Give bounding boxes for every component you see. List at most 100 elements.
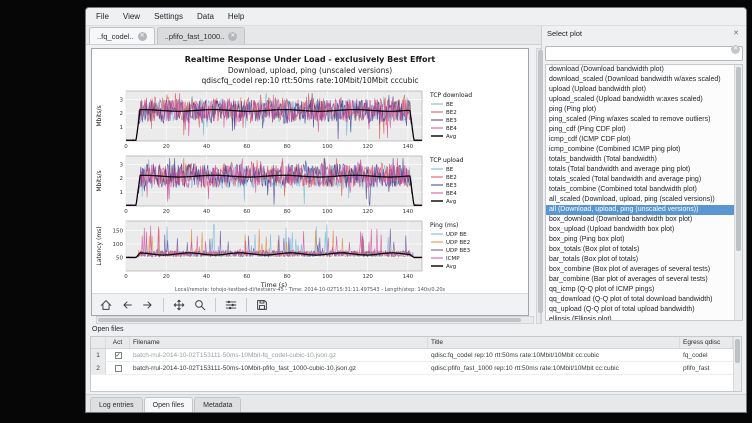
- home-icon[interactable]: [96, 297, 116, 313]
- plot-list-item[interactable]: totals_scaled (Total bandwidth and avera…: [546, 175, 742, 185]
- svg-text:UDP BE: UDP BE: [446, 232, 467, 238]
- open-files-section: Open files Act Filename Title Egress qdi…: [86, 324, 746, 394]
- plot-list-item[interactable]: totals (Total bandwidth and average ping…: [546, 165, 742, 175]
- svg-text:120: 120: [362, 144, 373, 150]
- svg-text:140: 140: [403, 144, 414, 150]
- plot-list-item[interactable]: box_download (Download bandwidth box plo…: [546, 215, 742, 225]
- forward-icon[interactable]: [138, 297, 158, 313]
- menu-item-view[interactable]: View: [116, 10, 147, 23]
- column-header-egress-qdisc[interactable]: Egress qdisc: [680, 337, 733, 348]
- pan-icon[interactable]: [169, 297, 189, 313]
- menu-item-file[interactable]: File: [89, 10, 116, 23]
- plot-list-item[interactable]: ping_cdf (Ping CDF plot): [546, 125, 742, 135]
- plot-figure: Realtime Response Under Load - exclusive…: [92, 49, 528, 293]
- svg-text:ICMP: ICMP: [446, 256, 460, 262]
- row-number: 1: [91, 349, 106, 361]
- plot-list-item[interactable]: qq_icmp (Q-Q plot of ICMP pings): [546, 285, 742, 295]
- tab-close-icon[interactable]: ✕: [228, 32, 237, 41]
- vertical-scrollbar[interactable]: [536, 48, 541, 324]
- flent-window: FileViewSettingsDataHelp ..fq_codel..✕..…: [85, 7, 747, 413]
- plot-list-item[interactable]: totals_combine (Combined total bandwidth…: [546, 185, 742, 195]
- row-number-header: [91, 337, 106, 348]
- svg-text:140: 140: [403, 209, 414, 215]
- svg-text:BE3: BE3: [446, 183, 457, 189]
- plot-list-item[interactable]: upload (Upload bandwidth plot): [546, 85, 742, 95]
- svg-text:BE4: BE4: [446, 126, 457, 132]
- svg-text:Realtime Response Under Load -: Realtime Response Under Load - exclusive…: [185, 55, 436, 64]
- bottom-tab-log-entries[interactable]: Log entries: [90, 397, 143, 412]
- svg-text:0: 0: [124, 209, 128, 215]
- svg-text:TCP download: TCP download: [429, 92, 472, 99]
- column-header-title[interactable]: Title: [428, 337, 680, 348]
- plot-list-item[interactable]: box_combine (Box plot of averages of sev…: [546, 265, 742, 275]
- svg-text:140: 140: [403, 274, 414, 280]
- svg-text:BE: BE: [446, 102, 454, 108]
- bottom-tab-open-files[interactable]: Open files: [144, 397, 194, 412]
- save-icon[interactable]: [252, 297, 272, 313]
- svg-text:Download, upload, ping (unscal: Download, upload, ping (unscaled version…: [228, 66, 392, 75]
- clear-filter-icon[interactable]: ✕: [731, 45, 740, 54]
- svg-text:qdiscfq_codel rep:10 rtt:50ms: qdiscfq_codel rep:10 rtt:50ms rate:10Mbi…: [201, 76, 418, 85]
- close-icon[interactable]: ✕: [731, 29, 741, 39]
- plot-list-item[interactable]: all (Download, upload, ping (unscaled ve…: [546, 205, 742, 215]
- svg-text:2: 2: [120, 176, 124, 182]
- plot-list-item[interactable]: qq_upload (Q-Q plot of total upload band…: [546, 305, 742, 315]
- row-number: 2: [91, 362, 106, 374]
- plot-list-item[interactable]: ping_scaled (Ping w/axes scaled to remov…: [546, 115, 742, 125]
- title-cell: qdisc:fq_codel rep:10 rtt:50ms rate:10Mb…: [428, 349, 680, 361]
- svg-text:40: 40: [203, 209, 210, 215]
- back-icon[interactable]: [117, 297, 137, 313]
- column-header-act[interactable]: Act: [106, 337, 130, 348]
- open-file-row[interactable]: 1✓batch-rrul-2014-10-02T153111-50ms-10Mb…: [91, 349, 741, 362]
- menu-item-help[interactable]: Help: [221, 10, 251, 23]
- plot-list-item[interactable]: qq_download (Q-Q plot of total download …: [546, 295, 742, 305]
- open-files-scrollbar[interactable]: [733, 337, 741, 391]
- document-tab[interactable]: ..pfifo_fast_1000..✕: [157, 27, 246, 44]
- menu-item-settings[interactable]: Settings: [147, 10, 190, 23]
- plot-list-scrollbar-thumb[interactable]: [736, 67, 741, 251]
- plot-list-scrollbar[interactable]: [734, 65, 742, 320]
- egress-qdisc-cell: pfifo_fast: [680, 362, 733, 374]
- plot-list-item[interactable]: totals_bandwidth (Total bandwidth): [546, 155, 742, 165]
- mpl-toolbar: [92, 293, 528, 315]
- svg-text:Mbits/s: Mbits/s: [96, 170, 103, 191]
- horizontal-scrollbar[interactable]: [96, 316, 534, 324]
- svg-text:BE3: BE3: [446, 118, 457, 124]
- tab-close-icon[interactable]: ✕: [138, 32, 147, 41]
- menu-item-data[interactable]: Data: [190, 10, 221, 23]
- svg-text:100: 100: [113, 242, 124, 248]
- plot-list-item[interactable]: box_upload (Upload bandwidth box plot): [546, 225, 742, 235]
- plot-filter-input[interactable]: [545, 46, 743, 61]
- horizontal-scrollbar-thumb[interactable]: [98, 318, 521, 322]
- bottom-tab-bar: Log entriesOpen filesMetadata: [86, 394, 746, 412]
- plot-list-item[interactable]: download_scaled (Download bandwidth w/ax…: [546, 75, 742, 85]
- column-header-filename[interactable]: Filename: [130, 337, 428, 348]
- active-checkbox-cell: [106, 362, 130, 374]
- plot-list-item[interactable]: download (Download bandwidth plot): [546, 65, 742, 75]
- plot-list-item[interactable]: all_scaled (Download, upload, ping (scal…: [546, 195, 742, 205]
- plot-list-item[interactable]: box_ping (Ping box plot): [546, 235, 742, 245]
- svg-text:50: 50: [116, 255, 123, 261]
- configure-subplots-icon[interactable]: [221, 297, 241, 313]
- svg-text:Avg: Avg: [446, 199, 456, 205]
- active-checkbox[interactable]: [115, 365, 122, 372]
- active-checkbox-cell: ✓: [106, 349, 130, 361]
- open-file-row[interactable]: 2batch-rrul-2014-10-02T153111-50ms-10Mbi…: [91, 362, 741, 375]
- plot-list-item[interactable]: ping (Ping plot): [546, 105, 742, 115]
- plot-list-item[interactable]: ellipsis (Ellipsis plot): [546, 315, 742, 321]
- plot-list-item[interactable]: bar_totals (Box plot of totals): [546, 255, 742, 265]
- document-tab[interactable]: ..fq_codel..✕: [89, 27, 155, 44]
- plot-list-item[interactable]: icmp_combine (Combined ICMP ping plot): [546, 145, 742, 155]
- plot-list-item[interactable]: icmp_cdf (ICMP CDF plot): [546, 135, 742, 145]
- plot-list-item[interactable]: bar_combine (Bar plot of averages of sev…: [546, 275, 742, 285]
- bottom-tab-metadata[interactable]: Metadata: [194, 397, 241, 412]
- plot-list-item[interactable]: upload_scaled (Upload bandwidth w:axes s…: [546, 95, 742, 105]
- zoom-icon[interactable]: [190, 297, 210, 313]
- active-checkbox[interactable]: ✓: [115, 352, 122, 359]
- svg-text:80: 80: [284, 274, 291, 280]
- svg-text:100: 100: [322, 144, 333, 150]
- toolbar-separator: [163, 298, 164, 312]
- plot-list-item[interactable]: box_totals (Box plot of totals): [546, 245, 742, 255]
- open-files-scrollbar-thumb[interactable]: [735, 339, 740, 363]
- vertical-scrollbar-thumb[interactable]: [538, 50, 543, 313]
